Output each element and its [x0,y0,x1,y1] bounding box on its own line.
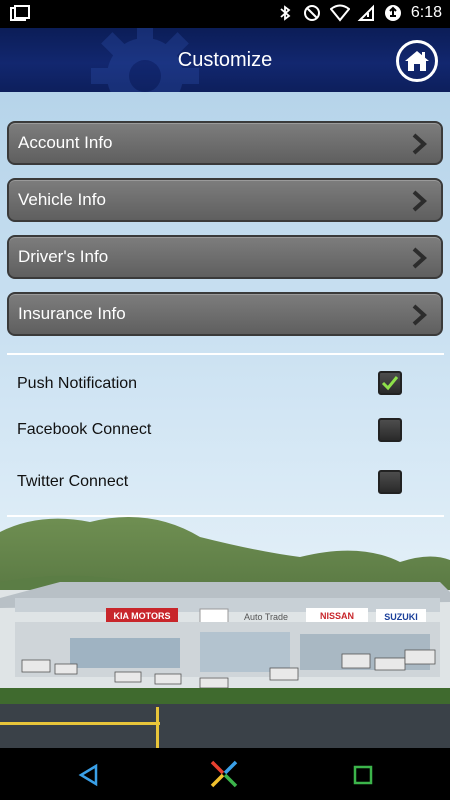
facebook-connect-row: Facebook Connect [17,417,407,443]
twitter-connect-checkbox[interactable] [378,470,402,494]
back-icon[interactable] [76,762,102,788]
account-info-label: Account Info [18,133,113,152]
twitter-connect-row: Twitter Connect [17,469,407,495]
facebook-connect-checkbox[interactable] [378,418,402,442]
vehicle-info-label: Vehicle Info [18,190,106,209]
wifi-icon [329,4,351,22]
navigation-bar [0,748,450,800]
facebook-connect-label: Facebook Connect [17,421,152,438]
push-notification-label: Push Notification [17,375,138,392]
screenshot-icon [10,5,30,28]
insurance-info-label: Insurance Info [18,304,126,323]
status-time: 6:18 [410,4,442,21]
content-area: KIA MOTORS Auto Trade NISSAN SUZUKI Acco… [0,92,450,748]
vehicle-info-button[interactable]: Vehicle Info [7,178,443,222]
section-divider [7,353,444,355]
insurance-info-button[interactable]: Insurance Info [7,292,443,336]
account-info-button[interactable]: Account Info [7,121,443,165]
chevron-right-icon [412,247,427,269]
data-saver-icon [384,4,402,22]
suzuki-sign: SUZUKI [384,612,418,622]
kia-sign: KIA MOTORS [113,611,170,621]
push-notification-row: Push Notification [17,371,407,397]
drivers-info-label: Driver's Info [18,247,109,266]
page-title: Customize [177,49,273,71]
chevron-right-icon [412,190,427,212]
chevron-right-icon [412,133,427,155]
section-divider [7,515,444,517]
do-not-disturb-icon [303,4,321,22]
no-sim-icon [357,4,375,22]
dealership-scene-image: KIA MOTORS Auto Trade NISSAN SUZUKI [0,517,450,748]
home-button[interactable] [396,40,438,82]
auto-trade-sign: Auto Trade [244,612,288,622]
nissan-sign: NISSAN [320,611,354,621]
bluetooth-icon [276,4,294,22]
recent-apps-icon[interactable] [350,762,376,788]
status-bar: 6:18 [0,0,450,28]
home-x-icon[interactable] [208,758,240,790]
checkmark-icon [381,376,399,391]
home-icon [405,51,429,71]
push-notification-checkbox[interactable] [378,371,402,395]
chevron-right-icon [412,304,427,326]
header-bar: Customize [0,28,450,92]
twitter-connect-label: Twitter Connect [17,473,129,490]
drivers-info-button[interactable]: Driver's Info [7,235,443,279]
